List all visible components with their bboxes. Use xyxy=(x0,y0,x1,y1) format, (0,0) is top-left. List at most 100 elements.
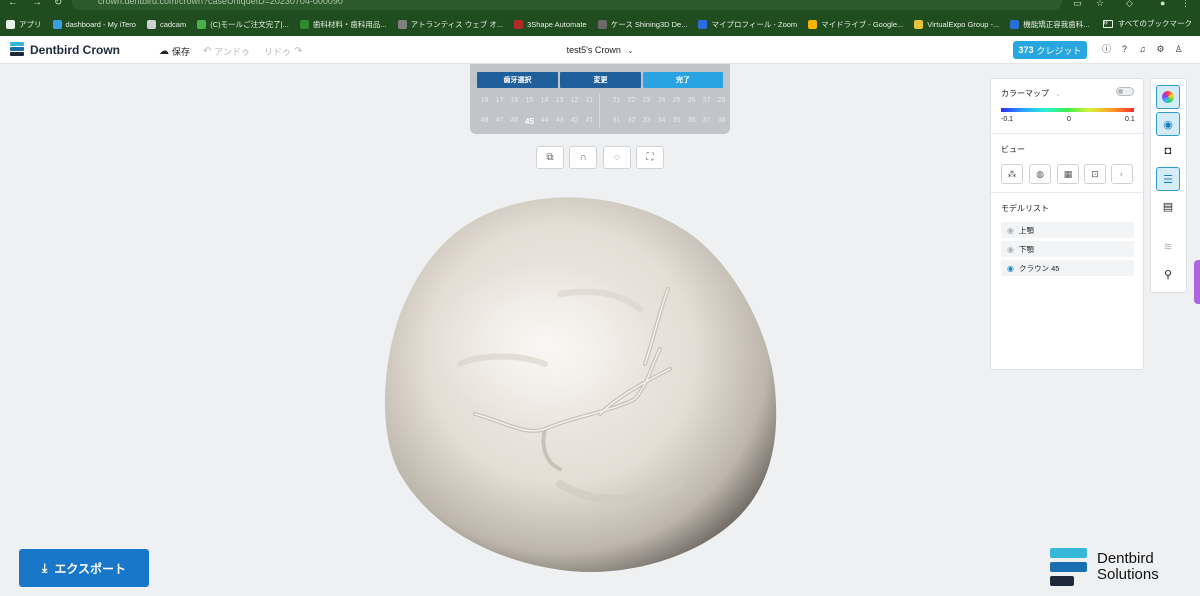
section-view-button[interactable]: ◐ xyxy=(1111,164,1133,184)
eye-hidden-icon[interactable]: ◉ xyxy=(1007,245,1014,254)
tooth-number-31[interactable]: 31 xyxy=(609,117,624,126)
tooth-number-34[interactable]: 34 xyxy=(654,117,669,126)
tooth-number-41[interactable]: 41 xyxy=(582,117,597,126)
bookmark-item[interactable]: VirtualExpo Group -... xyxy=(914,19,1000,29)
tooth-number-47[interactable]: 47 xyxy=(492,117,507,126)
settings-icon[interactable]: ⚙ xyxy=(1155,44,1166,55)
solid-view-button[interactable]: ◍ xyxy=(1029,164,1051,184)
bookmark-label: VirtualExpo Group -... xyxy=(927,19,1000,29)
address-bar[interactable]: crown.dentbird.com/crown?caseUniqueID=20… xyxy=(72,0,1062,10)
bookmark-item[interactable]: マイドライブ - Google... xyxy=(808,19,903,30)
tooth-number-37[interactable]: 37 xyxy=(699,117,714,126)
app-logo[interactable]: Dentbird Crown xyxy=(10,42,120,57)
user-icon[interactable]: ♙ xyxy=(1173,44,1184,55)
screenshot-tool-button[interactable]: ◘ xyxy=(1156,139,1180,163)
bookmark-item[interactable]: マイプロフィール - Zoom xyxy=(698,19,797,30)
eye-hidden-icon[interactable]: ◉ xyxy=(1007,226,1014,235)
undo-button[interactable]: ↶ アンドゥ xyxy=(203,45,250,58)
download-icon: ⤓ xyxy=(42,560,48,575)
tooth-number-23[interactable]: 23 xyxy=(639,97,654,104)
bookmark-item[interactable]: dashboard - My iTero xyxy=(52,19,136,29)
tooth-number-43[interactable]: 43 xyxy=(552,117,567,126)
tooth-number-16[interactable]: 16 xyxy=(507,97,522,104)
view-arch-button[interactable]: ∩ xyxy=(569,146,597,169)
tooth-number-13[interactable]: 13 xyxy=(552,97,567,104)
measure-tool-button[interactable]: ▤ xyxy=(1156,194,1180,218)
tooth-number-15[interactable]: 15 xyxy=(522,97,537,104)
tooth-number-27[interactable]: 27 xyxy=(699,97,714,104)
wireframe-view-button[interactable]: ⁂ xyxy=(1001,164,1023,184)
tooth-number-32[interactable]: 32 xyxy=(624,117,639,126)
tooth-number-24[interactable]: 24 xyxy=(654,97,669,104)
change-button[interactable]: 変更 xyxy=(560,72,641,88)
eye-icon[interactable]: ◉ xyxy=(1007,264,1014,273)
ruler-icon: ▤ xyxy=(1162,200,1174,213)
tooth-number-44[interactable]: 44 xyxy=(537,117,552,126)
select-tooth-button[interactable]: 歯牙選択 xyxy=(477,72,558,88)
reload-icon[interactable]: ↻ xyxy=(54,0,62,8)
tooth-number-36[interactable]: 36 xyxy=(684,117,699,126)
tooth-number-42[interactable]: 42 xyxy=(567,117,582,126)
profile-icon[interactable]: ● xyxy=(1160,0,1165,8)
visibility-tool-button[interactable]: ◉ xyxy=(1156,112,1180,136)
tooth-number-28[interactable]: 28 xyxy=(714,97,729,104)
view-contact-button[interactable]: ◌ xyxy=(603,146,631,169)
tooth-search-tool-button[interactable]: ⚲ xyxy=(1156,262,1180,286)
colormap-toggle[interactable] xyxy=(1116,87,1134,96)
tooth-number-14[interactable]: 14 xyxy=(537,97,552,104)
list-tool-button[interactable]: ☰ xyxy=(1156,167,1180,191)
bookmark-item[interactable]: ケース Shining3D De... xyxy=(597,19,687,30)
done-button[interactable]: 完了 xyxy=(643,72,723,88)
fit-icon: ⛶ xyxy=(646,152,654,163)
colormap-section-title[interactable]: カラーマップ ⌄ xyxy=(1001,88,1061,99)
tooth-number-38[interactable]: 38 xyxy=(714,117,729,126)
cast-icon[interactable]: ▭ xyxy=(1073,0,1082,8)
colormap-tool-button[interactable] xyxy=(1156,85,1180,109)
grid-view-button[interactable]: ▦ xyxy=(1057,164,1079,184)
side-drawer-handle[interactable] xyxy=(1194,260,1200,304)
case-title-dropdown[interactable]: test5's Crown ⌄ xyxy=(540,45,660,55)
crown-model[interactable] xyxy=(384,197,777,573)
all-bookmarks-button[interactable]: すべてのブックマーク xyxy=(1102,18,1192,29)
redo-button[interactable]: リドゥ ↷ xyxy=(264,45,302,58)
save-button[interactable]: ☁ 保存 xyxy=(159,45,190,58)
tooth-number-45[interactable]: 45 xyxy=(522,117,537,126)
model-item-lower-jaw[interactable]: ◉ 下顎 xyxy=(1001,241,1134,257)
tooth-number-46[interactable]: 46 xyxy=(507,117,522,126)
model-item-upper-jaw[interactable]: ◉ 上顎 xyxy=(1001,222,1134,238)
star-icon[interactable]: ☆ xyxy=(1096,0,1104,8)
tooth-number-25[interactable]: 25 xyxy=(669,97,684,104)
bookmark-item[interactable]: アトランティス ウェブ オ... xyxy=(397,19,503,30)
export-button[interactable]: ⤓ エクスポート xyxy=(19,549,149,587)
tooth-number-26[interactable]: 26 xyxy=(684,97,699,104)
help-icon[interactable]: ? xyxy=(1119,44,1130,55)
bookmark-item[interactable]: cadcam xyxy=(146,19,186,29)
tooth-number-11[interactable]: 11 xyxy=(582,97,597,104)
extension-icon[interactable]: ◇ xyxy=(1126,0,1133,8)
tooth-number-17[interactable]: 17 xyxy=(492,97,507,104)
bookmark-item[interactable]: 歯科材料・歯科用品... xyxy=(299,19,387,30)
view-occlusal-button[interactable]: ⧉ xyxy=(536,146,564,169)
credits-button[interactable]: 373 クレジット xyxy=(1013,41,1087,59)
tooth-number-18[interactable]: 18 xyxy=(477,97,492,104)
bookmark-item[interactable]: 機能矯正容我歯科... xyxy=(1010,19,1090,30)
bookmark-item[interactable]: アプリ xyxy=(6,19,42,30)
tooth-number-33[interactable]: 33 xyxy=(639,117,654,126)
layers-tool-button[interactable]: ≋ xyxy=(1156,234,1180,258)
info-icon[interactable]: ⓘ xyxy=(1101,44,1112,55)
forward-icon[interactable]: → xyxy=(32,0,42,8)
tooth-number-12[interactable]: 12 xyxy=(567,97,582,104)
tooth-number-35[interactable]: 35 xyxy=(669,117,684,126)
tooth-number-48[interactable]: 48 xyxy=(477,117,492,126)
bookmark-item[interactable]: (C)モールご注文完了|... xyxy=(197,19,289,30)
view-fit-button[interactable]: ⛶ xyxy=(636,146,664,169)
focus-view-button[interactable]: ⊡ xyxy=(1084,164,1106,184)
back-icon[interactable]: ← xyxy=(8,0,18,8)
tooth-number-22[interactable]: 22 xyxy=(624,97,639,104)
menu-icon[interactable]: ⋮ xyxy=(1181,0,1190,8)
model-item-crown-45[interactable]: ◉ クラウン 45 xyxy=(1001,260,1134,276)
lower-teeth-row: 48 47 46 45 44 43 42 41 31 32 33 34 35 36 37 38 xyxy=(470,117,730,126)
tooth-number-21[interactable]: 21 xyxy=(609,97,624,104)
bell-icon[interactable]: ♫ xyxy=(1137,44,1148,55)
bookmark-item[interactable]: 3Shape Automate xyxy=(514,19,587,29)
